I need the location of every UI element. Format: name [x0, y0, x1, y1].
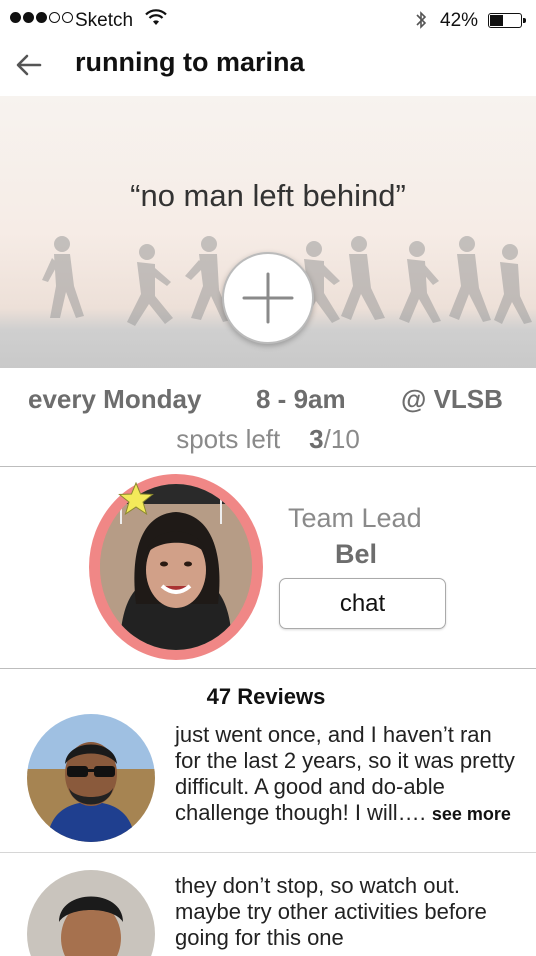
carrier-name: Sketch: [75, 10, 134, 31]
review-body: they don’t stop, so watch out. maybe try…: [175, 873, 487, 950]
chat-button[interactable]: chat: [279, 578, 446, 629]
nav-header: running to marina: [0, 40, 536, 96]
spots-label: spots left: [176, 424, 281, 454]
battery-percentage: 42%: [440, 10, 479, 31]
spots-left: spots left 3/10: [0, 424, 536, 455]
plus-icon: [242, 272, 294, 324]
bluetooth-icon: [416, 11, 427, 29]
team-lead-section: Team Lead Bel chat: [0, 467, 536, 669]
arrow-left-icon[interactable]: [14, 50, 44, 80]
spots-total: /10: [323, 424, 360, 454]
schedule-info: every Monday 8 - 9am @ VLSB spots left 3…: [0, 368, 536, 467]
team-lead-name: Bel: [335, 539, 378, 569]
team-lead-role: Team Lead: [288, 503, 422, 533]
schedule-time: 8 - 9am: [256, 384, 346, 414]
schedule-location: @ VLSB: [401, 384, 503, 414]
reviewer-avatar[interactable]: [27, 870, 155, 956]
group-motto: “no man left behind”: [130, 178, 406, 213]
reviews-count: 47 Reviews: [206, 684, 326, 709]
schedule-day: every Monday: [28, 384, 202, 414]
star-icon: [118, 482, 154, 516]
status-bar: Sketch 42%: [0, 0, 536, 40]
review-item: just went once, and I haven’t ran for th…: [0, 712, 536, 853]
review-text: just went once, and I haven’t ran for th…: [175, 722, 520, 827]
spots-taken: 3: [309, 424, 324, 454]
signal-strength-icon: [10, 12, 73, 23]
battery-icon: [488, 13, 526, 28]
wifi-icon: [145, 9, 167, 25]
see-more-link[interactable]: see more: [432, 804, 511, 824]
hero-banner: “no man left behind”: [0, 96, 536, 368]
reviewer-avatar[interactable]: [27, 714, 155, 842]
join-button[interactable]: [222, 252, 314, 344]
page-title: running to marina: [75, 47, 305, 77]
review-item: they don’t stop, so watch out. maybe try…: [0, 853, 536, 956]
review-text: they don’t stop, so watch out. maybe try…: [175, 873, 520, 951]
